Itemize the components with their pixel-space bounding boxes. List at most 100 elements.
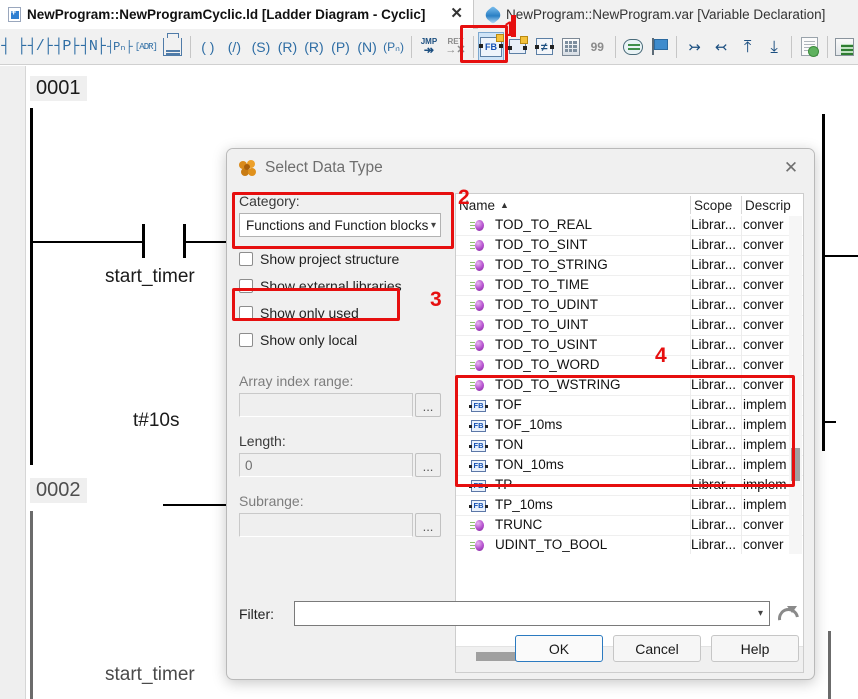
table-row[interactable]: TOD_TO_REALLibrar...conver bbox=[456, 216, 803, 236]
table-row[interactable]: TOD_TO_STRINGLibrar...conver bbox=[456, 256, 803, 276]
conversion-function-icon bbox=[470, 360, 484, 372]
insert-comparison-button[interactable]: ≠ bbox=[531, 32, 558, 62]
rung-wire bbox=[185, 241, 230, 243]
tab-bar: NewProgram::NewProgramCyclic.ld [Ladder … bbox=[0, 0, 858, 29]
canvas-gutter bbox=[0, 66, 26, 699]
contact-variable-label[interactable]: start_timer bbox=[105, 664, 195, 686]
contact-normally-open-button[interactable]: ┤ ├ bbox=[0, 32, 27, 62]
checkbox-box bbox=[239, 306, 253, 320]
insert-bookmark-button[interactable] bbox=[646, 32, 673, 62]
coil-negated-button[interactable]: (/) bbox=[221, 32, 248, 62]
dialog-close-icon[interactable]: ✕ bbox=[780, 158, 802, 178]
contact-left-bar[interactable] bbox=[142, 224, 145, 258]
contact-address-button[interactable]: [ADR] bbox=[133, 32, 160, 62]
show-project-structure-checkbox[interactable]: Show project structure bbox=[239, 251, 454, 267]
close-icon[interactable]: ✕ bbox=[450, 6, 463, 22]
scrollbar-thumb[interactable] bbox=[791, 448, 800, 481]
ladder-toolbar: ┤ ├ ┤/├ ┤P├ ┤N├ ┤Pₙ├ [ADR] ( ) (/) (S) (… bbox=[0, 29, 858, 65]
table-row[interactable]: FBTONLibrar...implem bbox=[456, 436, 803, 456]
insert-function-block-button[interactable]: FB bbox=[478, 32, 505, 62]
contact-pn-edge-button[interactable]: ┤Pₙ├ bbox=[106, 32, 133, 62]
dialog-title-bar[interactable]: Select Data Type bbox=[227, 149, 814, 187]
function-icon bbox=[509, 39, 526, 54]
contact-block-button[interactable] bbox=[159, 32, 186, 62]
list-rows-container[interactable]: TOD_TO_REALLibrar...converTOD_TO_SINTLib… bbox=[456, 216, 803, 554]
comment-bubble-icon bbox=[623, 39, 643, 55]
table-row[interactable]: FBTP_10msLibrar...implem bbox=[456, 496, 803, 516]
coil-set-button[interactable]: (S) bbox=[248, 32, 275, 62]
row-scope: Librar... bbox=[691, 397, 736, 412]
contact-positive-edge-button[interactable]: ┤P├ bbox=[53, 32, 80, 62]
subrange-input[interactable] bbox=[239, 513, 413, 537]
coil-pn-button[interactable]: (Pₙ) bbox=[380, 32, 407, 62]
refresh-icon[interactable] bbox=[776, 602, 798, 624]
insert-calculation-button[interactable] bbox=[557, 32, 584, 62]
subrange-group: Subrange: ... bbox=[239, 493, 454, 537]
filter-combo[interactable]: ▾ bbox=[294, 601, 770, 626]
cell-divider bbox=[741, 316, 742, 336]
list-vertical-scrollbar[interactable] bbox=[789, 216, 802, 554]
row-description: conver bbox=[743, 377, 784, 392]
navigate-right-button[interactable]: ↣ bbox=[681, 32, 708, 62]
subrange-label: Subrange: bbox=[239, 493, 454, 509]
coil-output-button[interactable]: ( ) bbox=[195, 32, 222, 62]
column-header-description[interactable]: Descrip bbox=[742, 194, 804, 216]
navigate-left-button[interactable]: ↢ bbox=[708, 32, 735, 62]
table-row[interactable]: TOD_TO_WSTRINGLibrar...conver bbox=[456, 376, 803, 396]
show-only-local-checkbox[interactable]: Show only local bbox=[239, 332, 454, 348]
coil-reset-alt-button[interactable]: (R) bbox=[301, 32, 328, 62]
table-row[interactable]: TOD_TO_UINTLibrar...conver bbox=[456, 316, 803, 336]
column-header-name[interactable]: Name ▲ bbox=[456, 194, 691, 216]
column-header-scope[interactable]: Scope bbox=[691, 194, 742, 216]
open-spreadsheet-button[interactable] bbox=[832, 32, 858, 62]
length-input[interactable]: 0 bbox=[239, 453, 413, 477]
table-row[interactable]: TOD_TO_UDINTLibrar...conver bbox=[456, 296, 803, 316]
navigate-down-button[interactable]: ⤓ bbox=[761, 32, 788, 62]
table-row[interactable]: TOD_TO_USINTLibrar...conver bbox=[456, 336, 803, 356]
timer-preset-label[interactable]: t#10s bbox=[133, 410, 179, 432]
row-scope: Librar... bbox=[691, 357, 736, 372]
table-row[interactable]: FBTOFLibrar...implem bbox=[456, 396, 803, 416]
rung-wire bbox=[824, 421, 836, 423]
help-button[interactable]: Help bbox=[711, 635, 799, 662]
tab-variable-declaration[interactable]: NewProgram::NewProgram.var [Variable Dec… bbox=[478, 0, 858, 29]
conversion-function-icon bbox=[470, 340, 484, 352]
return-button[interactable]: RET→✕ bbox=[442, 32, 469, 62]
table-row[interactable]: TOD_TO_SINTLibrar...conver bbox=[456, 236, 803, 256]
ok-button[interactable]: OK bbox=[515, 635, 603, 662]
coil-positive-button[interactable]: (P) bbox=[327, 32, 354, 62]
tab-ladder-diagram[interactable]: NewProgram::NewProgramCyclic.ld [Ladder … bbox=[0, 0, 474, 29]
table-row[interactable]: TOD_TO_TIMELibrar...conver bbox=[456, 276, 803, 296]
navigate-up-button[interactable]: ⤒ bbox=[734, 32, 761, 62]
insert-comment-button[interactable] bbox=[619, 32, 646, 62]
toolbar-separator bbox=[473, 36, 474, 58]
contact-normally-closed-button[interactable]: ┤/├ bbox=[27, 32, 54, 62]
insert-numeric-button[interactable]: 99 bbox=[584, 32, 611, 62]
length-browse-button[interactable]: ... bbox=[415, 453, 441, 477]
table-row[interactable]: FBTOF_10msLibrar...implem bbox=[456, 416, 803, 436]
table-row[interactable]: FBTON_10msLibrar...implem bbox=[456, 456, 803, 476]
function-block-icon: FB bbox=[471, 400, 486, 412]
table-row[interactable]: TOD_TO_WORDLibrar...conver bbox=[456, 356, 803, 376]
validate-document-button[interactable] bbox=[796, 32, 823, 62]
contact-negative-edge-button[interactable]: ┤N├ bbox=[80, 32, 107, 62]
table-row[interactable]: FBTPLibrar...implem bbox=[456, 476, 803, 496]
category-combo[interactable]: Functions and Function blocks ▾ bbox=[239, 213, 441, 237]
array-index-range-browse-button[interactable]: ... bbox=[415, 393, 441, 417]
contact-variable-label[interactable]: start_timer bbox=[105, 266, 195, 288]
row-description: conver bbox=[743, 237, 784, 252]
show-external-libraries-checkbox[interactable]: Show external libraries bbox=[239, 278, 454, 294]
show-only-used-checkbox[interactable]: Show only used bbox=[239, 305, 454, 321]
table-row[interactable]: TRUNCLibrar...conver bbox=[456, 516, 803, 536]
jump-button[interactable]: JMP↠ bbox=[416, 32, 443, 62]
row-name: TP_10ms bbox=[495, 497, 553, 512]
cancel-button[interactable]: Cancel bbox=[613, 635, 701, 662]
select-data-type-dialog[interactable]: Select Data Type ✕ Category: Functions a… bbox=[226, 148, 815, 680]
insert-function-button[interactable] bbox=[504, 32, 531, 62]
variable-declaration-icon bbox=[482, 6, 504, 24]
subrange-browse-button[interactable]: ... bbox=[415, 513, 441, 537]
array-index-range-input[interactable] bbox=[239, 393, 413, 417]
coil-negative-button[interactable]: (N) bbox=[354, 32, 381, 62]
coil-reset-button[interactable]: (R) bbox=[274, 32, 301, 62]
table-row[interactable]: UDINT_TO_BOOLLibrar...conver bbox=[456, 536, 803, 554]
